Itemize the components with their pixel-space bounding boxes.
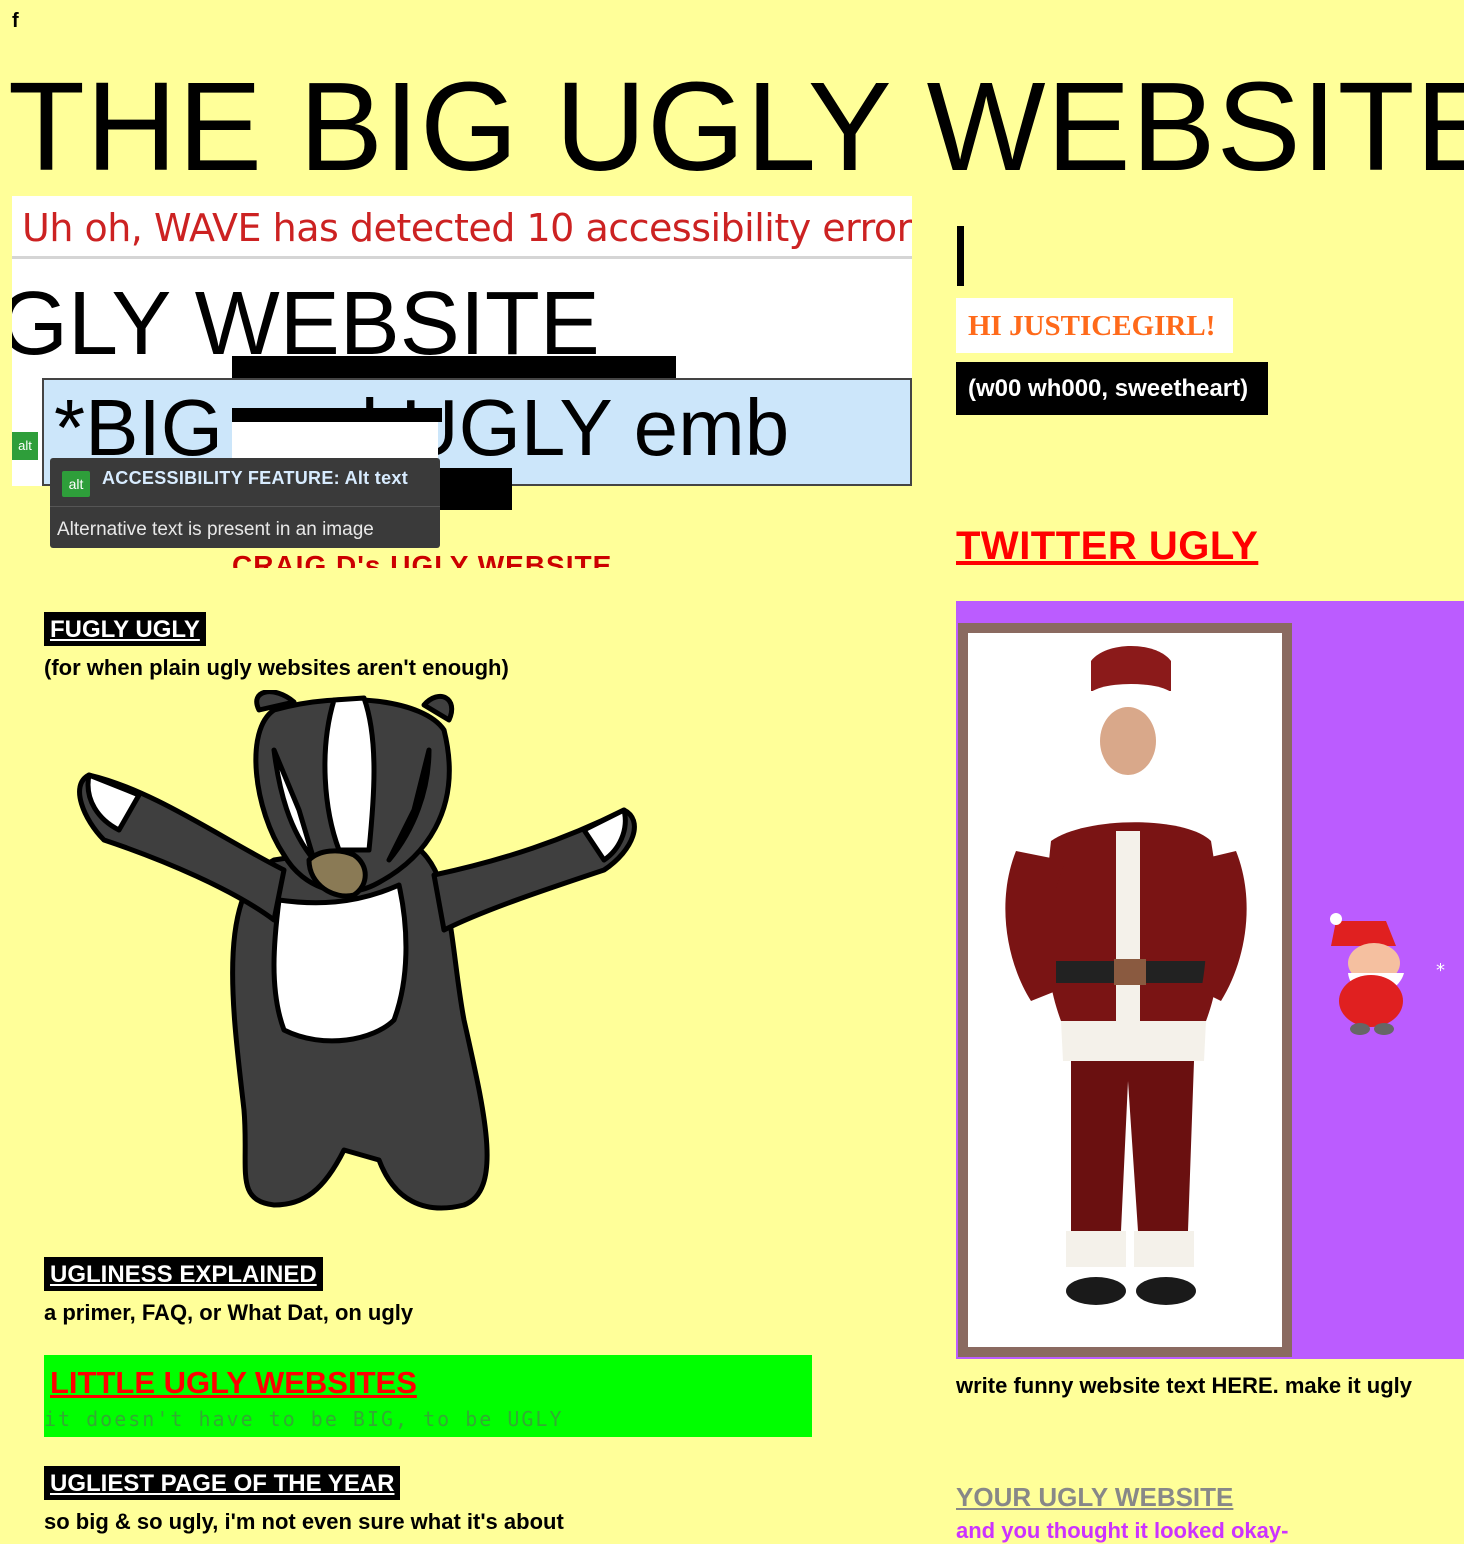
alt-badge-icon[interactable]: alt bbox=[12, 432, 38, 460]
little-ugly-box: LITTLE UGLY WEBSITES it doesn't have to … bbox=[44, 1355, 812, 1437]
page: { "corner_letter": "f", "site_title": "T… bbox=[0, 0, 1464, 1543]
fugly-section: FUGLY UGLY bbox=[44, 612, 206, 646]
wave-tooltip: alt ACCESSIBILITY FEATURE: Alt text Alte… bbox=[50, 458, 440, 548]
woo-box: (w00 wh000, sweetheart) bbox=[956, 362, 1269, 415]
little-ugly-link[interactable]: LITTLE UGLY WEBSITES bbox=[50, 1365, 417, 1401]
funny-text: write funny website text HERE. make it u… bbox=[956, 1373, 1412, 1398]
your-ugly-website-link[interactable]: YOUR UGLY WEBSITE bbox=[956, 1482, 1233, 1513]
greeting-box: HI JUSTICEGIRL! bbox=[956, 298, 1234, 353]
corner-letter: f bbox=[12, 10, 19, 32]
site-title: THE BIG UGLY WEBSITE bbox=[8, 56, 1464, 197]
fugly-link[interactable]: FUGLY UGLY bbox=[44, 612, 206, 646]
fugly-subtitle: (for when plain ugly websites aren't eno… bbox=[44, 655, 509, 680]
ugliest-subtitle: so big & so ugly, i'm not even sure what… bbox=[44, 1509, 564, 1534]
twitter-ugly-link[interactable]: TWITTER UGLY bbox=[956, 524, 1258, 569]
wave-screenshot-image: Uh oh, WAVE has detected 10 accessibilit… bbox=[12, 196, 912, 568]
redaction-bar bbox=[232, 408, 442, 422]
ugliest-page-link[interactable]: UGLIEST PAGE OF THE YEAR bbox=[44, 1466, 401, 1500]
wave-divider bbox=[12, 256, 912, 259]
wave-craig-text: CRAIG D's UGLY WEBSITE bbox=[232, 550, 613, 568]
text-cursor bbox=[957, 226, 964, 286]
santa-panel: * bbox=[956, 601, 1464, 1359]
wave-error-message: Uh oh, WAVE has detected 10 accessibilit… bbox=[22, 206, 912, 250]
tooltip-heading: ACCESSIBILITY FEATURE: Alt text bbox=[102, 468, 408, 488]
ugliest-section: UGLIEST PAGE OF THE YEAR bbox=[44, 1466, 401, 1500]
svg-text:*: * bbox=[1436, 960, 1445, 981]
alt-badge-icon: alt bbox=[62, 471, 90, 497]
tooltip-divider bbox=[50, 506, 440, 507]
santa-image: * bbox=[958, 623, 1445, 1357]
tooltip-body: Alternative text is present in an image bbox=[57, 519, 374, 540]
explained-subtitle: a primer, FAQ, or What Dat, on ugly bbox=[44, 1300, 414, 1325]
badger-image bbox=[77, 690, 637, 1211]
explained-section: UGLINESS EXPLAINED bbox=[44, 1257, 323, 1291]
little-ugly-subtitle: it doesn't have to be BIG, to be UGLY bbox=[44, 1407, 564, 1431]
ugliness-explained-link[interactable]: UGLINESS EXPLAINED bbox=[44, 1257, 323, 1291]
thought-text: and you thought it looked okay- bbox=[956, 1518, 1289, 1543]
